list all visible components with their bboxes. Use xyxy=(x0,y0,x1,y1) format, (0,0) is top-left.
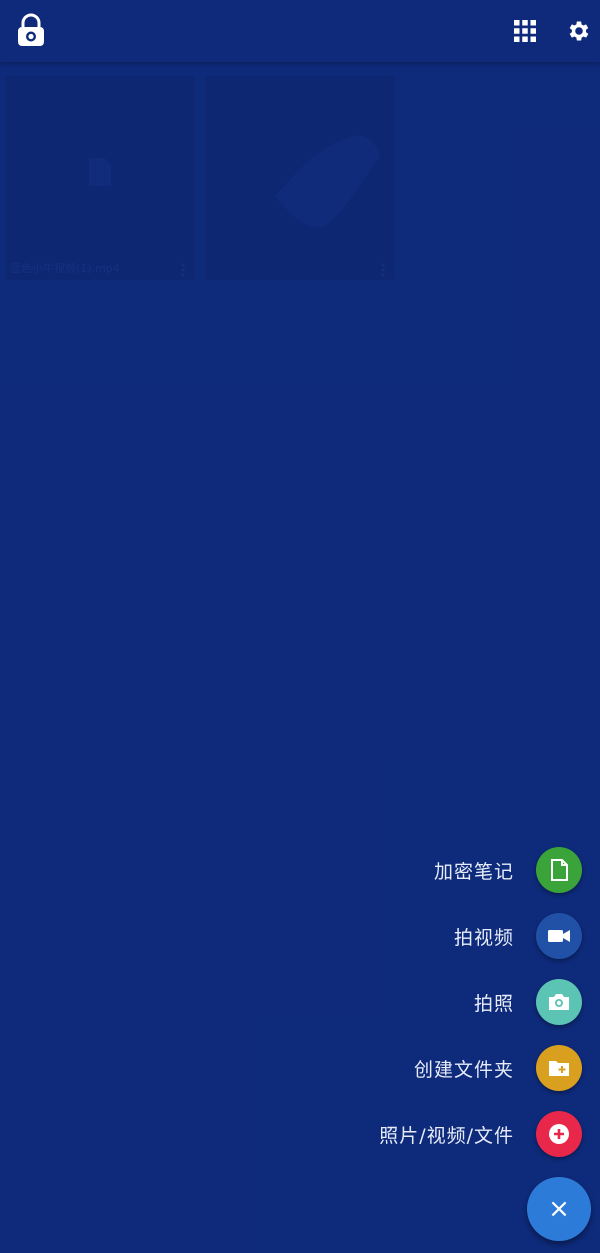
fab-item-photo[interactable]: 拍照 xyxy=(474,978,582,1026)
fab-label-import: 照片/视频/文件 xyxy=(379,1124,514,1147)
grid-icon[interactable] xyxy=(506,12,544,50)
fab-item-import[interactable]: 照片/视频/文件 xyxy=(379,1110,582,1158)
fab-label-folder: 创建文件夹 xyxy=(413,1058,514,1081)
file-tile[interactable] xyxy=(205,76,395,280)
videocam-icon[interactable] xyxy=(536,913,582,959)
folder-add-icon[interactable] xyxy=(536,1045,582,1091)
fab-label-note: 加密笔记 xyxy=(433,860,514,883)
gear-icon[interactable] xyxy=(560,12,598,50)
note-icon[interactable] xyxy=(536,847,582,893)
camera-lock-icon[interactable] xyxy=(12,12,50,50)
image-thumbnail xyxy=(255,116,395,250)
close-icon: × xyxy=(548,1194,570,1224)
close-fab-button[interactable]: × xyxy=(527,1177,591,1241)
fab-item-video[interactable]: 拍视频 xyxy=(454,912,582,960)
fab-label-photo: 拍照 xyxy=(473,992,514,1015)
fab-item-folder[interactable]: 创建文件夹 xyxy=(414,1044,582,1092)
more-vert-icon[interactable] xyxy=(381,262,385,277)
top-app-bar xyxy=(0,0,600,62)
file-name: 蓝色小牛视频(1).mp4 xyxy=(10,262,120,275)
fab-item-note[interactable]: 加密笔记 xyxy=(434,846,582,894)
file-icon xyxy=(87,156,113,192)
file-tile[interactable]: 蓝色小牛视频(1).mp4 xyxy=(5,76,195,280)
more-vert-icon[interactable] xyxy=(181,262,185,277)
fab-label-video: 拍视频 xyxy=(453,926,514,949)
camera-icon[interactable] xyxy=(536,979,582,1025)
add-circle-icon[interactable] xyxy=(536,1111,582,1157)
